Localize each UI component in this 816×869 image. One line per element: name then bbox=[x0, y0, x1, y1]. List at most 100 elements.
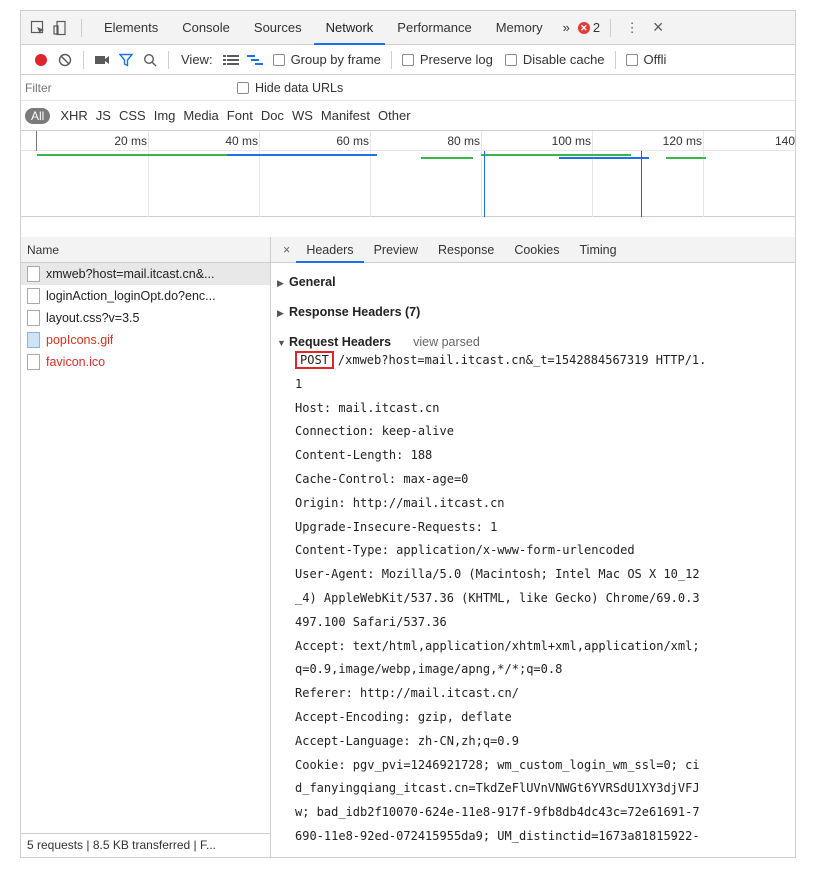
timeline-overview[interactable]: 20 ms 40 ms 60 ms 80 ms 100 ms 120 ms 14… bbox=[21, 131, 795, 217]
clear-button[interactable] bbox=[53, 48, 77, 72]
header-line: Cache-Control: max-age=0 bbox=[295, 471, 469, 486]
tick-label: 80 ms bbox=[447, 134, 480, 148]
filter-funnel-icon bbox=[119, 53, 133, 67]
view-parsed-link[interactable]: view parsed bbox=[413, 335, 480, 349]
request-headers-section-header[interactable]: ▼ Request Headers view parsed bbox=[271, 323, 795, 349]
response-headers-section-header[interactable]: ▶ Response Headers (7) bbox=[271, 293, 795, 323]
resource-type-filters: All XHR JS CSS Img Media Font Doc WS Man… bbox=[21, 101, 795, 131]
request-row[interactable]: layout.css?v=3.5 bbox=[21, 307, 270, 329]
document-file-icon bbox=[27, 354, 40, 370]
offline-label: Offli bbox=[643, 52, 667, 67]
record-button[interactable] bbox=[29, 48, 53, 72]
header-line: Accept-Language: zh-CN,zh;q=0.9 bbox=[295, 733, 519, 748]
request-row[interactable]: popIcons.gif bbox=[21, 329, 270, 351]
request-line-path: /xmweb?host=mail.itcast.cn&_t=1542884567… bbox=[337, 353, 707, 367]
close-icon[interactable]: × bbox=[647, 17, 669, 39]
tab-response[interactable]: Response bbox=[428, 237, 504, 263]
devtools-tabbar: Elements Console Sources Network Perform… bbox=[21, 11, 795, 45]
tab-sources[interactable]: Sources bbox=[242, 11, 314, 45]
filter-input[interactable] bbox=[25, 80, 237, 95]
grid-line bbox=[703, 131, 704, 217]
tabbar-divider bbox=[81, 18, 82, 37]
general-label: General bbox=[289, 275, 336, 289]
checkbox-box bbox=[625, 53, 638, 66]
tab-headers[interactable]: Headers bbox=[296, 237, 364, 263]
load-event-line bbox=[641, 151, 642, 217]
tab-timing[interactable]: Timing bbox=[570, 237, 627, 263]
header-line: Referer: http://mail.itcast.cn/ bbox=[295, 686, 519, 701]
checkbox-box bbox=[272, 53, 285, 66]
grid-line bbox=[36, 131, 37, 151]
header-line: _4) AppleWebKit/537.36 (KHTML, like Geck… bbox=[295, 590, 700, 605]
network-toolbar: View: Group by frame Preserve log Disabl… bbox=[21, 45, 795, 75]
network-split: Name xmweb?host=mail.itcast.cn&... login… bbox=[21, 237, 795, 857]
document-file-icon bbox=[27, 266, 40, 282]
tab-elements[interactable]: Elements bbox=[92, 11, 170, 45]
grid-line bbox=[259, 131, 260, 217]
request-row[interactable]: xmweb?host=mail.itcast.cn&... bbox=[21, 263, 270, 285]
type-filter-media[interactable]: Media bbox=[179, 108, 222, 123]
general-section-header[interactable]: ▶ General bbox=[271, 263, 795, 293]
waterfall-button[interactable] bbox=[243, 48, 267, 72]
search-button[interactable] bbox=[138, 48, 162, 72]
error-count-badge[interactable]: ✕ 2 bbox=[577, 20, 601, 35]
request-row[interactable]: favicon.ico bbox=[21, 351, 270, 373]
devtools-window: Elements Console Sources Network Perform… bbox=[20, 10, 796, 858]
name-column-header[interactable]: Name bbox=[21, 237, 270, 263]
type-filter-font[interactable]: Font bbox=[223, 108, 257, 123]
request-row[interactable]: loginAction_loginOpt.do?enc... bbox=[21, 285, 270, 307]
type-filter-js[interactable]: JS bbox=[92, 108, 115, 123]
type-filter-ws[interactable]: WS bbox=[288, 108, 317, 123]
checkbox-box bbox=[401, 53, 414, 66]
hide-data-urls-checkbox[interactable]: Hide data URLs bbox=[237, 81, 343, 95]
domcontentloaded-line bbox=[484, 151, 485, 217]
kebab-menu-icon[interactable]: ⋮ bbox=[621, 17, 643, 39]
tick-label: 20 ms bbox=[114, 134, 147, 148]
tick-label: 100 ms bbox=[551, 134, 591, 148]
grid-line bbox=[592, 131, 593, 217]
preserve-log-checkbox[interactable]: Preserve log bbox=[401, 52, 493, 67]
close-detail-icon[interactable]: × bbox=[277, 243, 296, 257]
type-filter-img[interactable]: Img bbox=[150, 108, 180, 123]
group-by-frame-checkbox[interactable]: Group by frame bbox=[272, 52, 381, 67]
tab-console[interactable]: Console bbox=[170, 11, 242, 45]
checkbox-box bbox=[237, 81, 249, 94]
request-name: loginAction_loginOpt.do?enc... bbox=[46, 289, 216, 303]
request-bar bbox=[227, 154, 377, 156]
tab-memory[interactable]: Memory bbox=[484, 11, 555, 45]
type-filter-doc[interactable]: Doc bbox=[257, 108, 288, 123]
tab-performance[interactable]: Performance bbox=[385, 11, 483, 45]
device-toolbar-icon[interactable] bbox=[49, 17, 71, 39]
view-label: View: bbox=[181, 52, 213, 67]
type-filter-css[interactable]: CSS bbox=[115, 108, 150, 123]
tick-label: 120 ms bbox=[662, 134, 702, 148]
large-rows-button[interactable] bbox=[219, 48, 243, 72]
response-headers-label: Response Headers (7) bbox=[289, 305, 421, 319]
image-file-icon bbox=[27, 332, 40, 348]
tabbar-divider bbox=[610, 18, 612, 37]
type-filter-other[interactable]: Other bbox=[374, 108, 415, 123]
disable-cache-checkbox[interactable]: Disable cache bbox=[504, 52, 605, 67]
offline-checkbox[interactable]: Offli bbox=[625, 52, 667, 67]
toolbar-divider bbox=[390, 50, 392, 69]
network-summary: 5 requests | 8.5 KB transferred | F... bbox=[21, 833, 270, 857]
clear-icon bbox=[58, 53, 72, 66]
group-by-frame-label: Group by frame bbox=[290, 52, 381, 67]
toolbar-divider bbox=[83, 50, 84, 69]
more-tabs-button[interactable]: » bbox=[555, 11, 578, 45]
screenshot-button[interactable] bbox=[90, 48, 114, 72]
type-filter-xhr[interactable]: XHR bbox=[56, 108, 91, 123]
preserve-log-label: Preserve log bbox=[419, 52, 493, 67]
tab-preview[interactable]: Preview bbox=[364, 237, 428, 263]
expand-triangle-icon: ▶ bbox=[277, 278, 284, 288]
tick-label: 40 ms bbox=[225, 134, 258, 148]
error-count: 2 bbox=[592, 20, 601, 35]
collapse-triangle-icon: ▼ bbox=[277, 338, 286, 348]
request-name: favicon.ico bbox=[46, 355, 106, 369]
inspect-element-icon[interactable] bbox=[27, 17, 49, 39]
type-filter-all[interactable]: All bbox=[25, 107, 51, 124]
filter-toggle-button[interactable] bbox=[114, 48, 138, 72]
tab-cookies[interactable]: Cookies bbox=[504, 237, 569, 263]
tab-network[interactable]: Network bbox=[313, 11, 386, 45]
type-filter-manifest[interactable]: Manifest bbox=[317, 108, 374, 123]
